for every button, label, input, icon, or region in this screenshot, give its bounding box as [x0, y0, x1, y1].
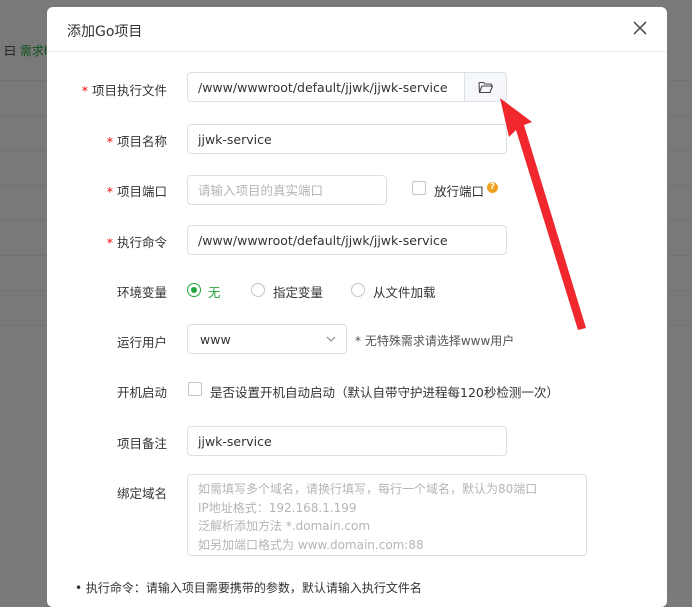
env-option-none: 无	[208, 285, 221, 300]
domain-placeholder-line: 泛解析添加方法 *.domain.com	[198, 519, 371, 533]
run-user-value: www	[200, 332, 231, 347]
open-port-checkbox[interactable]	[412, 181, 426, 195]
remark-input[interactable]	[187, 426, 507, 456]
env-radio-file[interactable]	[351, 283, 365, 297]
domain-placeholder-line: IP地址格式：192.168.1.199	[198, 500, 357, 515]
open-port-label: 放行端口	[434, 184, 485, 199]
run-user-select[interactable]: www	[187, 324, 347, 354]
exec-file-label: * 项目执行文件	[81, 83, 167, 98]
env-option-specify: 指定变量	[273, 285, 324, 300]
domain-placeholder-line: 如另加端口格式为 www.domain.com:88	[198, 537, 424, 552]
chevron-down-icon	[326, 336, 336, 342]
run-user-label: 运行用户	[116, 335, 167, 350]
autostart-checkbox[interactable]	[188, 382, 202, 396]
folder-icon	[478, 81, 493, 93]
env-radio-specify[interactable]	[251, 283, 265, 297]
run-user-hint: * 无特殊需求请选择www用户	[355, 334, 515, 348]
command-label: * 执行命令	[106, 235, 167, 250]
env-label: 环境变量	[116, 285, 167, 300]
env-radio-none[interactable]	[187, 283, 201, 297]
dialog-title: 添加Go项目	[67, 24, 143, 40]
exec-file-input[interactable]	[187, 72, 465, 102]
project-name-input[interactable]	[187, 124, 507, 154]
browse-folder-button[interactable]	[465, 72, 507, 102]
remark-label: 项目备注	[116, 436, 167, 451]
env-option-file: 从文件加载	[373, 285, 436, 300]
autostart-label: 开机启动	[116, 385, 167, 400]
port-label: * 项目端口	[106, 184, 167, 199]
help-icon[interactable]: ?	[487, 182, 498, 193]
domain-textarea[interactable]: 如需填写多个域名，请换行填写，每行一个域名，默认为80端口 IP地址格式：192…	[187, 474, 587, 556]
autostart-checkbox-label: 是否设置开机自动启动（默认自带守护进程每120秒检测一次）	[210, 385, 559, 400]
dialog-header: 添加Go项目	[47, 7, 667, 52]
project-port-input[interactable]	[187, 175, 387, 205]
domain-placeholder-line: 如需填写多个域名，请换行填写，每行一个域名，默认为80端口	[198, 482, 538, 496]
name-label: * 项目名称	[106, 134, 167, 149]
domain-label: 绑定域名	[116, 486, 167, 501]
close-icon[interactable]	[631, 19, 649, 37]
add-go-project-dialog: 添加Go项目 *项目执行文件 *项目名称 *项目端口 放行端口 ? *执行命令 …	[47, 7, 667, 607]
command-footnote: • 执行命令：请输入项目需要携带的参数，默认请输入执行文件名	[75, 581, 422, 595]
command-input[interactable]	[187, 225, 507, 255]
